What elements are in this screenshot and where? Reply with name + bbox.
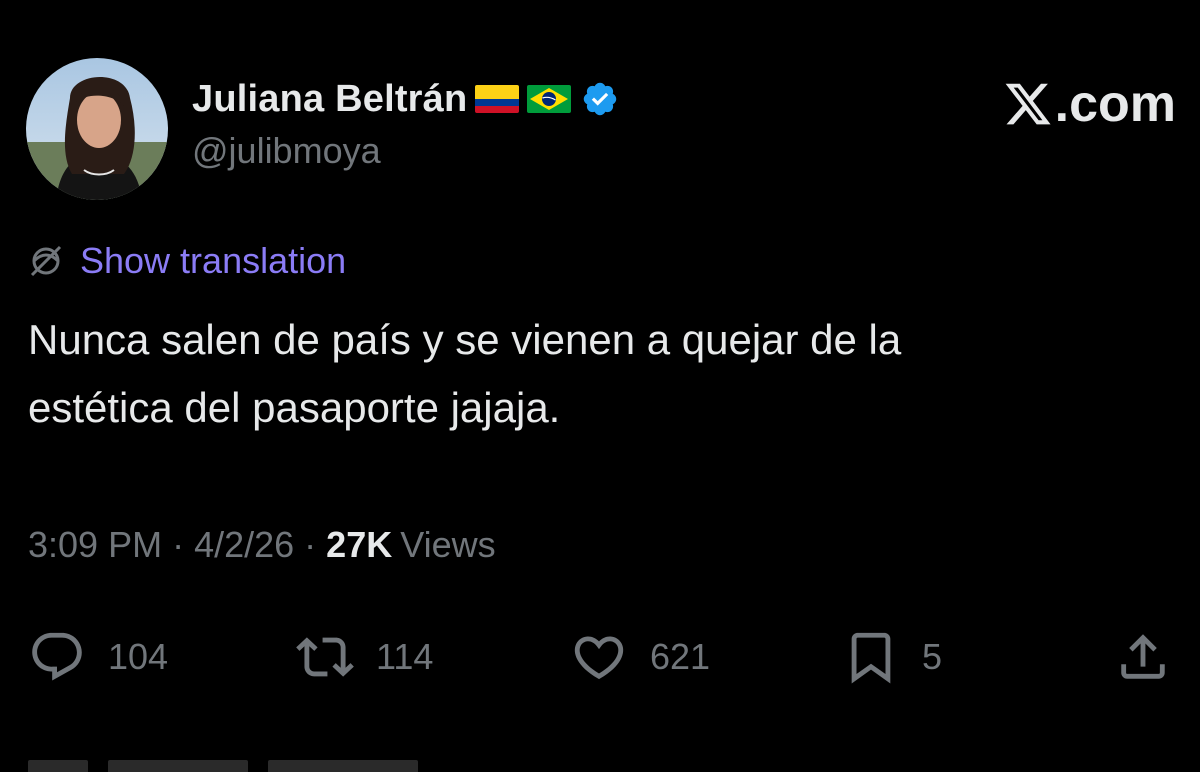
- like-button[interactable]: 621: [570, 622, 710, 692]
- repost-count: 114: [376, 636, 434, 677]
- bookmark-button[interactable]: 5: [842, 622, 942, 692]
- tweet-time[interactable]: 3:09 PM: [28, 524, 162, 566]
- author-handle[interactable]: @julibmoya: [192, 130, 619, 172]
- tweet-header: Juliana Beltrán @julibmoya .com: [26, 56, 1176, 206]
- reply-count: 104: [108, 636, 169, 677]
- display-name-row: Juliana Beltrán: [192, 74, 619, 124]
- like-count: 621: [650, 636, 711, 677]
- author-names: Juliana Beltrán @julibmoya: [192, 74, 619, 172]
- heart-icon: [574, 636, 624, 680]
- avatar[interactable]: [26, 58, 168, 200]
- verified-badge-icon[interactable]: [581, 80, 619, 118]
- reply-icon: [32, 632, 82, 681]
- tweet-text-line: estética del pasaporte jajaja.: [28, 384, 561, 431]
- bookmark-icon: [851, 632, 891, 684]
- views-count: 27K: [326, 524, 393, 565]
- brazil-flag-icon: [527, 85, 572, 113]
- cropped-reply-preview: [28, 742, 528, 772]
- globe-icon: [30, 245, 62, 277]
- tweet-meta: 3:09 PM · 4/2/26 · 27K Views: [28, 524, 496, 566]
- share-button[interactable]: [1114, 622, 1172, 692]
- meta-separator: ·: [304, 524, 317, 565]
- show-translation-link[interactable]: Show translation: [80, 240, 346, 282]
- tweet-text: Nunca salen de país y se vienen a quejar…: [28, 306, 1168, 442]
- tweet-date[interactable]: 4/2/26: [194, 524, 294, 566]
- x-com-brand: .com: [1003, 74, 1176, 134]
- share-icon: [1121, 634, 1165, 679]
- views-label: Views: [400, 524, 496, 565]
- translation-row[interactable]: Show translation: [26, 240, 346, 282]
- reply-button[interactable]: 104: [28, 622, 168, 692]
- repost-icon: [296, 637, 354, 677]
- action-bar: 104 114 621 5: [28, 622, 1172, 692]
- display-name[interactable]: Juliana Beltrán: [192, 78, 467, 121]
- brand-suffix: .com: [1054, 75, 1176, 133]
- repost-button[interactable]: 114: [296, 622, 433, 692]
- x-logo-icon: [1005, 83, 1051, 125]
- colombia-flag-icon: [475, 85, 520, 113]
- tweet-text-line: Nunca salen de país y se vienen a quejar…: [28, 316, 902, 363]
- meta-separator: ·: [172, 524, 185, 565]
- bookmark-count: 5: [922, 636, 943, 677]
